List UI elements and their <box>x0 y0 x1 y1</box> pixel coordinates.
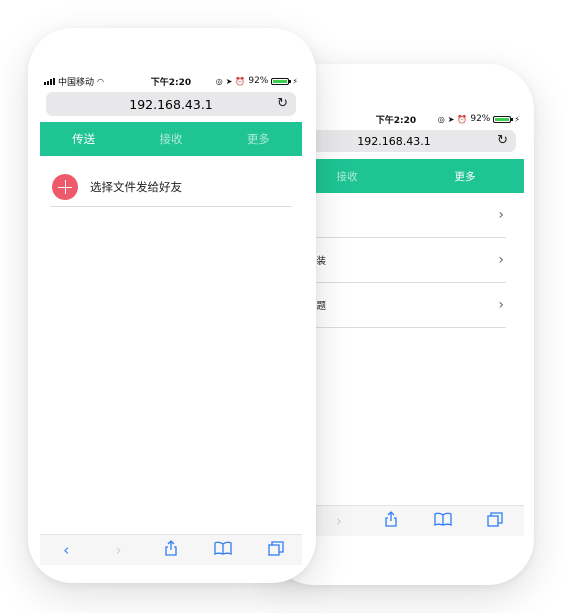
tabs-icon[interactable] <box>480 511 510 531</box>
reload-icon[interactable]: ↻ <box>497 133 508 148</box>
tab-bar: 传送 接收 更多 <box>40 122 302 156</box>
mockup-stage: 移动 ◠ 下午2:20 ◎ ➤ ⏰ 92% ⚡ 192.168.43.1 ↻ 传… <box>0 0 563 613</box>
address-text: 192.168.43.1 <box>357 134 431 148</box>
charging-icon: ⚡ <box>514 114 520 124</box>
alarm-icon: ⏰ <box>457 114 468 124</box>
reload-icon[interactable]: ↻ <box>277 96 288 111</box>
location-icon: ➤ <box>447 114 455 124</box>
chevron-right-icon: › <box>498 207 504 223</box>
forward-icon[interactable]: › <box>324 512 354 530</box>
front-phone: 中国移动 ◠ 下午2:20 ◎ ➤ ⏰ 92% ⚡ 192.168.43.1 ↻… <box>28 28 316 583</box>
share-icon[interactable] <box>156 540 186 560</box>
bookmarks-icon[interactable] <box>208 541 238 559</box>
battery-percent: 92% <box>248 76 269 86</box>
location-icon: ➤ <box>225 76 233 86</box>
battery-percent: 92% <box>470 114 491 124</box>
battery-icon <box>493 115 514 123</box>
battery-icon <box>271 77 292 85</box>
front-phone-screen: 中国移动 ◠ 下午2:20 ◎ ➤ ⏰ 92% ⚡ 192.168.43.1 ↻… <box>40 74 302 565</box>
orientation-lock-icon: ◎ <box>215 76 223 86</box>
tab-send[interactable]: 传送 <box>40 131 127 147</box>
add-icon[interactable] <box>52 174 78 200</box>
charging-icon: ⚡ <box>292 76 298 86</box>
tabs-icon[interactable] <box>261 540 291 560</box>
chevron-right-icon: › <box>498 252 504 268</box>
alarm-icon: ⏰ <box>235 76 246 86</box>
select-file-row[interactable]: 选择文件发给好友 <box>50 168 292 207</box>
chevron-right-icon: › <box>498 297 504 313</box>
bookmarks-icon[interactable] <box>428 512 458 530</box>
tab-receive[interactable]: 接收 <box>127 131 214 147</box>
share-icon[interactable] <box>376 511 406 531</box>
address-text: 192.168.43.1 <box>129 96 213 112</box>
browser-toolbar: ‹ › <box>40 534 302 565</box>
select-file-label: 选择文件发给好友 <box>90 180 182 194</box>
status-bar: 中国移动 ◠ 下午2:20 ◎ ➤ ⏰ 92% ⚡ <box>40 74 302 88</box>
orientation-lock-icon: ◎ <box>437 114 445 124</box>
address-bar[interactable]: 192.168.43.1 ↻ <box>46 92 296 116</box>
back-icon[interactable]: ‹ <box>51 541 81 559</box>
tab-more[interactable]: 更多 <box>215 131 302 147</box>
tab-more[interactable]: 更多 <box>406 169 524 184</box>
forward-icon[interactable]: › <box>104 541 134 559</box>
